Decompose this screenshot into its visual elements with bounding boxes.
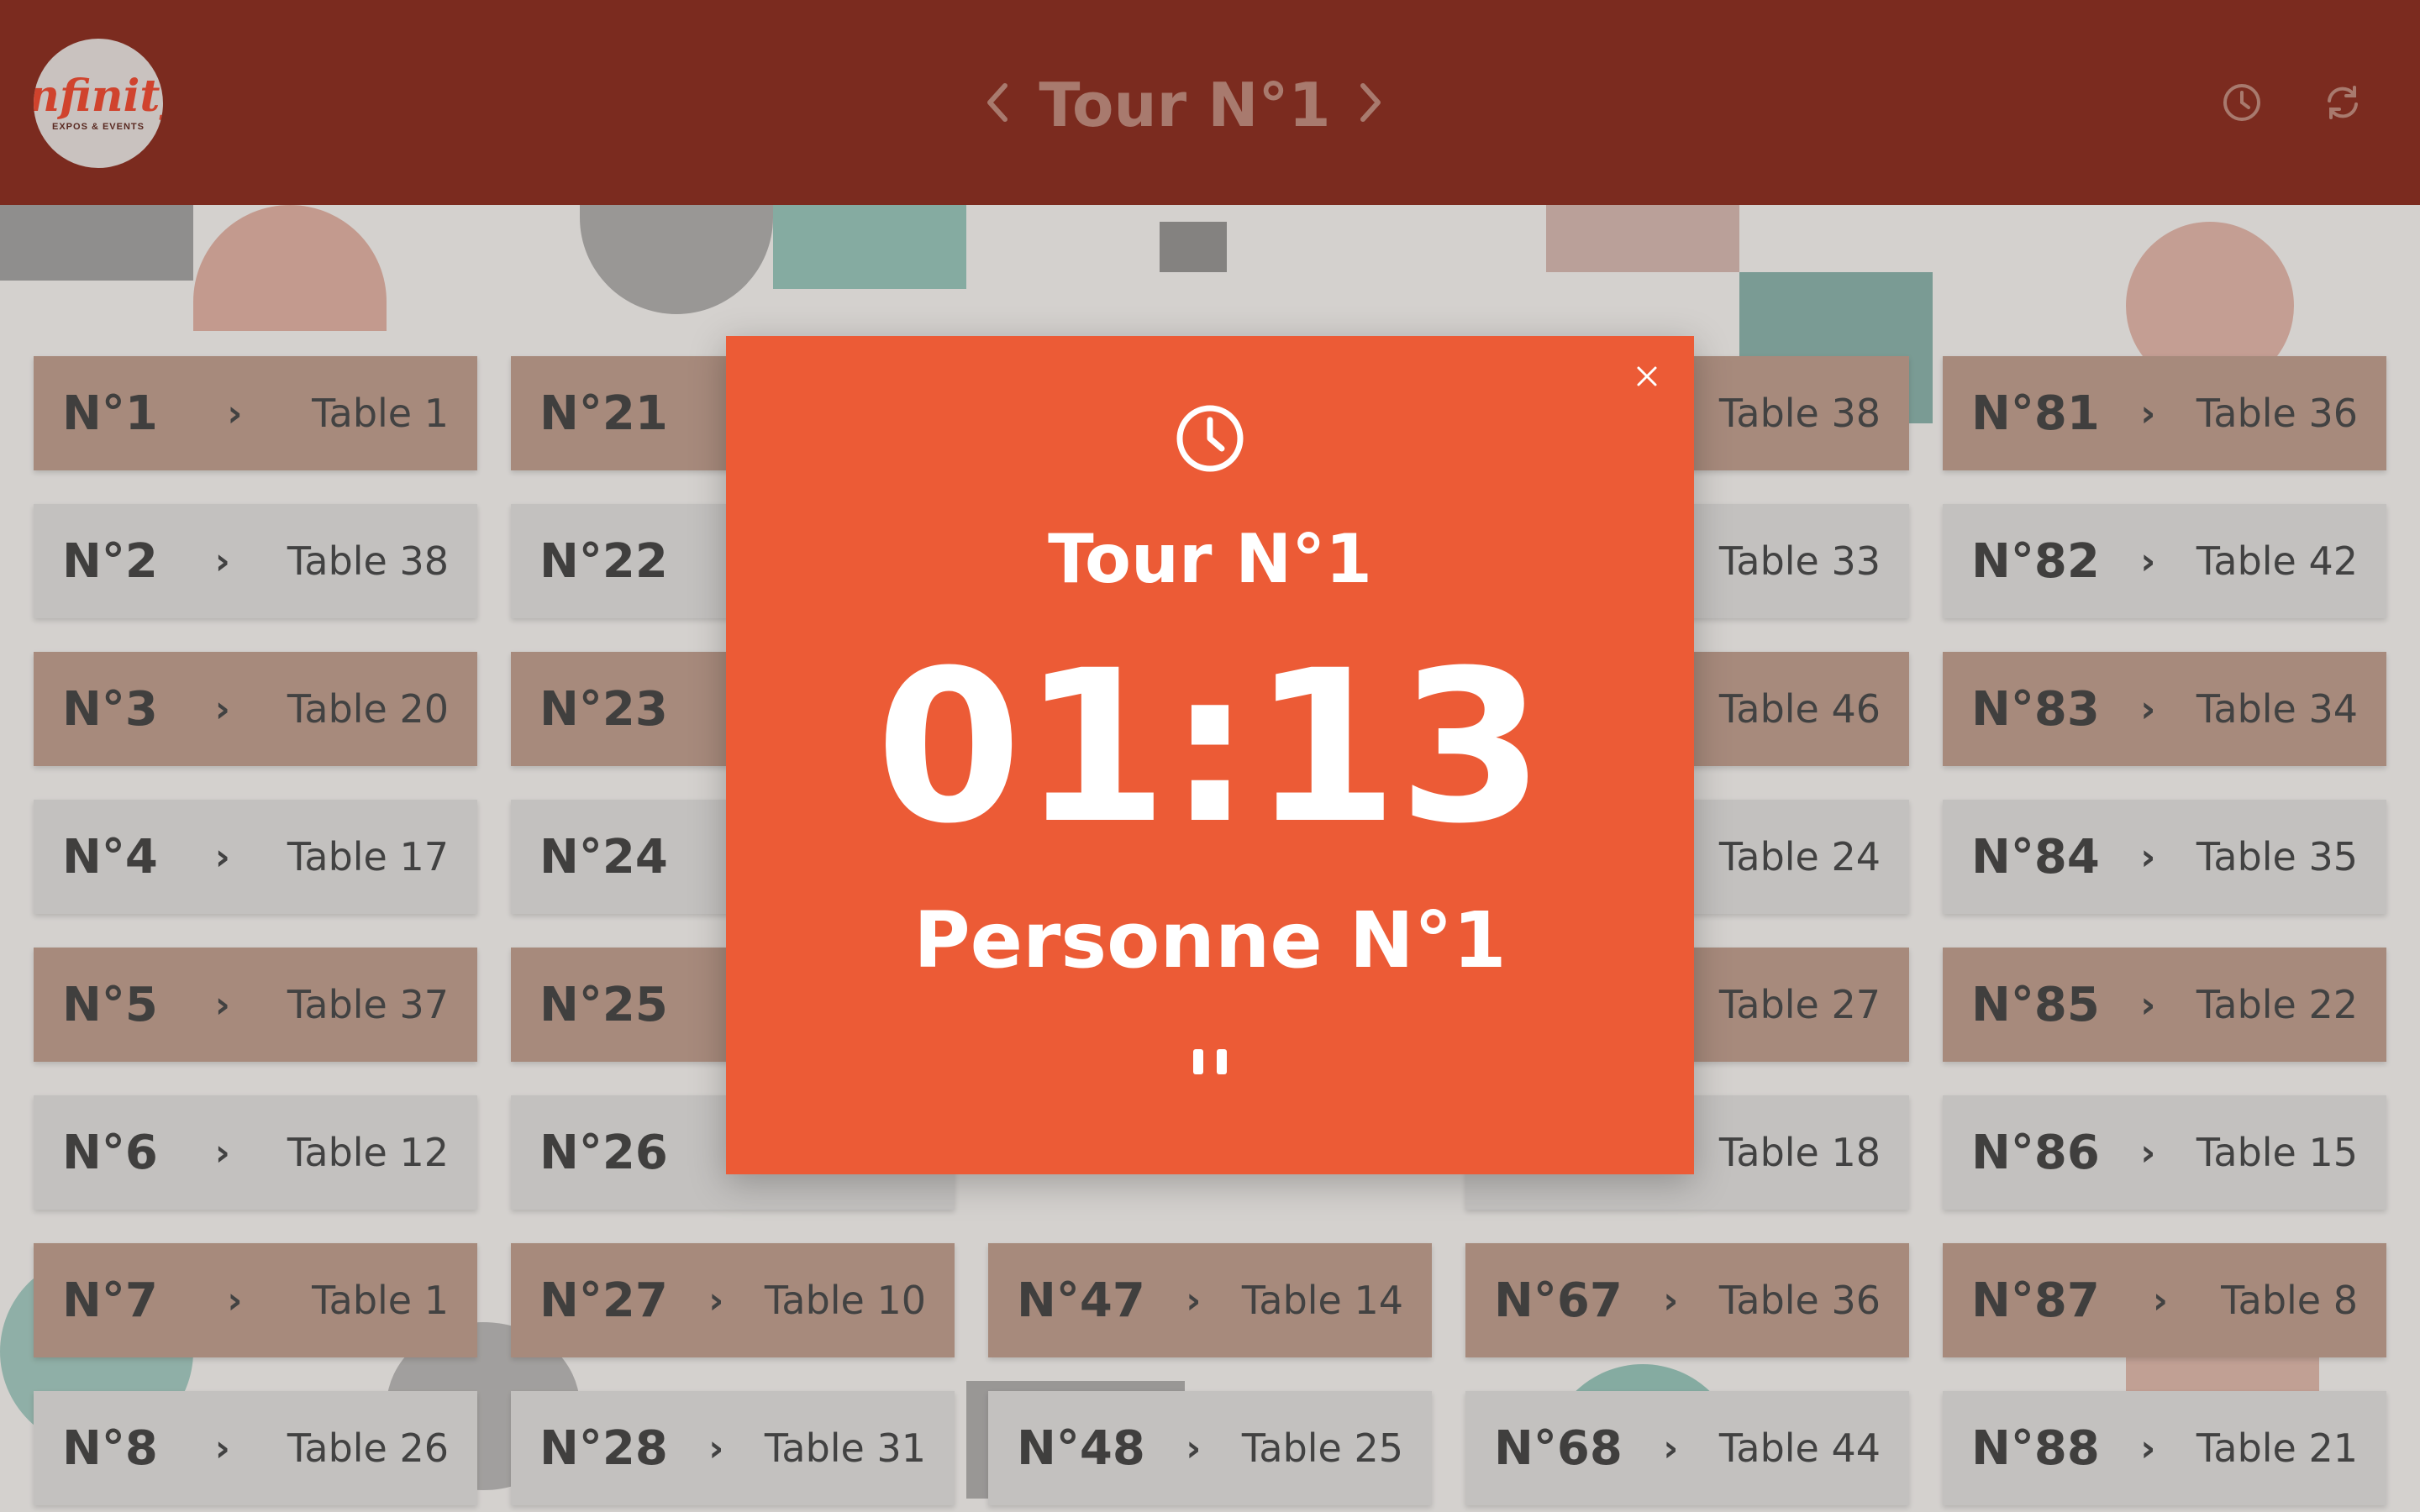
page-title: Tour N°1: [1039, 70, 1331, 140]
logo-wordmark: infinity: [34, 71, 163, 122]
clock-icon[interactable]: [2220, 81, 2264, 124]
logo: infinity EXPOS & EVENTS: [34, 39, 163, 168]
timer-modal: Tour N°1 01:13 Personne N°1: [726, 336, 1694, 1174]
countdown-timer: 01:13: [876, 625, 1544, 869]
clock-icon: [1175, 403, 1245, 474]
refresh-icon[interactable]: [2321, 81, 2365, 124]
chevron-right-icon[interactable]: [1351, 76, 1388, 129]
header-bar: infinity EXPOS & EVENTS Tour N°1: [0, 0, 2420, 205]
modal-tour-title: Tour N°1: [1048, 520, 1372, 598]
logo-subtitle: EXPOS & EVENTS: [52, 122, 145, 132]
current-person: Personne N°1: [913, 895, 1507, 985]
pause-icon[interactable]: [1193, 1045, 1227, 1079]
close-icon[interactable]: [1630, 360, 1664, 393]
